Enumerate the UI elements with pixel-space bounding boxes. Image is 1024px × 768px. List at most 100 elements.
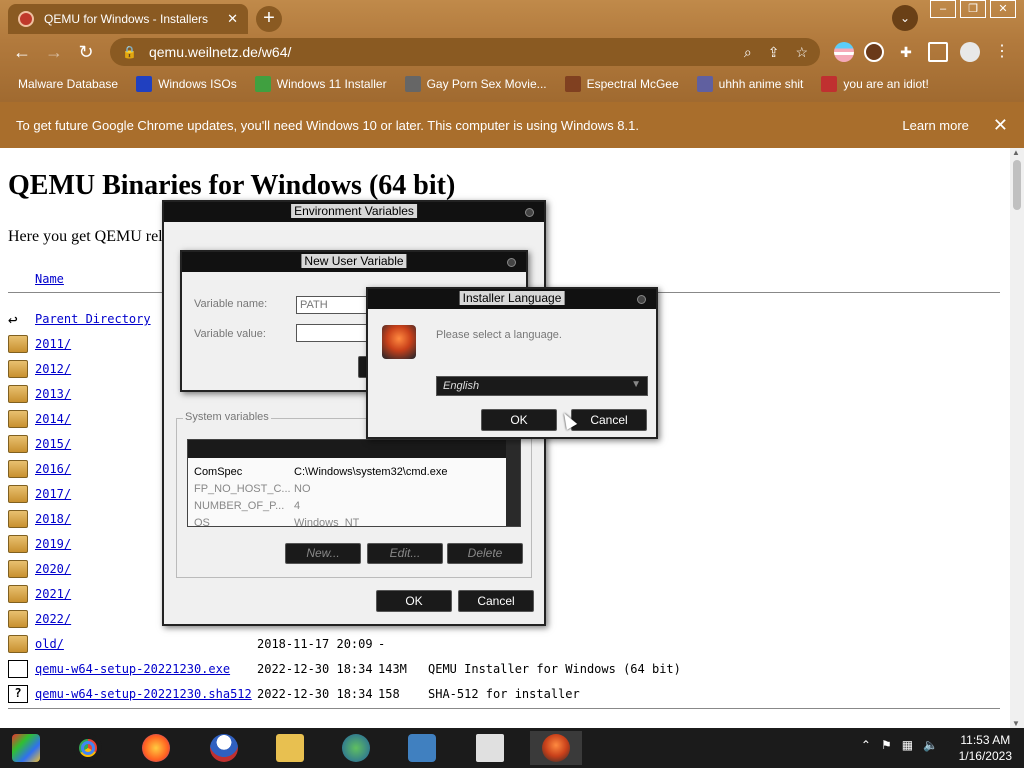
tray-expand-icon[interactable]: ⌃ [861, 738, 871, 752]
file-link[interactable]: 2012/ [35, 362, 71, 376]
cancel-button[interactable]: Cancel [571, 409, 647, 431]
file-link[interactable]: 2018/ [35, 512, 71, 526]
list-item[interactable]: OS Windows_NT [194, 517, 359, 527]
close-window-icon[interactable]: ✕ [990, 0, 1016, 18]
flag-extension-icon[interactable] [834, 42, 854, 62]
system-variables-list[interactable]: ComSpec C:\Windows\system32\cmd.exe FP_NO… [187, 439, 521, 527]
url-text[interactable]: qemu.weilnetz.de/w64/ [149, 44, 744, 60]
forward-icon[interactable]: → [42, 40, 66, 64]
tab-search-icon[interactable]: ⌄ [892, 5, 918, 31]
bookmark-item[interactable]: Gay Porn Sex Movie... [404, 76, 547, 92]
address-bar[interactable]: 🔒 qemu.weilnetz.de/w64/ ⌕ ⇪ ☆ [110, 38, 820, 66]
ok-button[interactable]: OK [481, 409, 557, 431]
list-item: 2019/U for Windows [8, 533, 522, 555]
learn-more-link[interactable]: Learn more [902, 118, 968, 133]
clock[interactable]: 11:53 AM 1/16/2023 [959, 732, 1012, 764]
file-link[interactable]: qemu-w64-setup-20221230.sha512 [35, 687, 252, 701]
bookmark-item[interactable]: uhhh anime shit [696, 76, 803, 92]
file-link[interactable]: 2019/ [35, 537, 71, 551]
file-link[interactable]: 2020/ [35, 562, 71, 576]
zoom-icon[interactable]: ⌕ [744, 44, 752, 61]
window-controls: – ❐ ✕ [930, 0, 1016, 18]
infobar-close-icon[interactable]: ✕ [993, 115, 1008, 136]
language-select[interactable]: English ▼ [436, 376, 648, 396]
profile-extension-icon[interactable] [864, 42, 884, 62]
file-link[interactable]: 2021/ [35, 587, 71, 601]
file-link[interactable]: 2017/ [35, 487, 71, 501]
account-avatar-icon[interactable] [960, 42, 980, 62]
var-name: ComSpec [194, 466, 243, 478]
dialog-title: New User Variable [301, 254, 407, 268]
file-link[interactable]: 2011/ [35, 337, 71, 351]
side-panel-icon[interactable] [928, 42, 948, 62]
list-header [188, 440, 520, 458]
scroll-up-icon[interactable]: ▲ [1012, 148, 1020, 157]
var-value: Windows_NT [294, 517, 360, 527]
extensions-puzzle-icon[interactable]: ✚ [896, 42, 916, 62]
dialog-titlebar[interactable]: New User Variable [182, 252, 526, 272]
flag-icon[interactable]: ⚑ [881, 738, 892, 752]
back-icon[interactable]: ← [10, 40, 34, 64]
chrome-taskbar-icon[interactable] [62, 731, 114, 765]
site-icon [564, 76, 581, 92]
menu-kebab-icon[interactable]: ⋮ [992, 42, 1012, 62]
file-link[interactable]: 2016/ [35, 462, 71, 476]
list-item: 2015/U for Windows [8, 433, 522, 455]
list-item[interactable]: ComSpec C:\Windows\system32\cmd.exe [194, 466, 447, 482]
tab-close-icon[interactable]: ✕ [227, 11, 238, 27]
dialog-titlebar[interactable]: Installer Language [368, 289, 656, 309]
bookmark-item[interactable]: Malware Database [18, 77, 118, 91]
file-link[interactable]: 2014/ [35, 412, 71, 426]
minimize-icon[interactable]: – [930, 0, 956, 18]
file-link[interactable]: Parent Directory [35, 312, 151, 326]
ok-button[interactable]: OK [376, 590, 452, 612]
close-icon[interactable] [637, 295, 646, 304]
start-button[interactable] [0, 731, 52, 765]
list-scrollbar[interactable] [506, 440, 520, 526]
var-name: OS [194, 517, 210, 527]
volume-icon[interactable]: 🔈 [923, 738, 938, 752]
list-item[interactable]: FP_NO_HOST_C... NO [194, 483, 311, 499]
scroll-thumb[interactable] [1013, 160, 1021, 210]
file-link[interactable]: 2015/ [35, 437, 71, 451]
app-taskbar-icon[interactable] [464, 731, 516, 765]
share-icon[interactable]: ⇪ [768, 44, 780, 61]
file-link[interactable]: qemu-w64-setup-20221230.exe [35, 662, 230, 676]
obama-taskbar-icon[interactable] [198, 731, 250, 765]
name-column-header[interactable]: Name [35, 272, 64, 286]
dialog-title: Installer Language [459, 291, 565, 305]
file-desc: QEMU Installer for Windows (64 bit) [428, 662, 681, 676]
close-icon[interactable] [507, 258, 516, 267]
edit-system-variable-button[interactable]: Edit... [367, 543, 443, 564]
reload-icon[interactable]: ↻ [74, 40, 98, 64]
variable-value-label: Variable value: [194, 328, 266, 340]
browser-tab[interactable]: QEMU for Windows - Installers ✕ [8, 4, 248, 34]
users-taskbar-icon[interactable] [396, 731, 448, 765]
file-link[interactable]: 2022/ [35, 612, 71, 626]
file-link[interactable]: old/ [35, 637, 64, 651]
cancel-button[interactable]: Cancel [458, 590, 534, 612]
bookmark-star-icon[interactable]: ☆ [795, 44, 808, 61]
new-tab-button[interactable]: + [256, 6, 282, 32]
bookmark-item[interactable]: Windows 11 Installer [254, 76, 387, 92]
scroll-down-icon[interactable]: ▼ [1012, 719, 1020, 728]
network-icon[interactable]: ▦ [902, 738, 913, 752]
bookmark-item[interactable]: Espectral McGee [564, 76, 679, 92]
bookmark-item[interactable]: you are an idiot! [821, 76, 929, 92]
file-link[interactable]: 2013/ [35, 387, 71, 401]
bookmark-item[interactable]: Windows ISOs [136, 76, 237, 92]
file-size: 143M [378, 662, 407, 676]
new-system-variable-button[interactable]: New... [285, 543, 361, 564]
dialog-title: Environment Variables [291, 204, 417, 218]
firefox-taskbar-icon[interactable] [130, 731, 182, 765]
network-globe-taskbar-icon[interactable] [330, 731, 382, 765]
lock-icon[interactable]: 🔒 [122, 45, 137, 59]
restore-icon[interactable]: ❐ [960, 0, 986, 18]
close-icon[interactable] [525, 208, 534, 217]
page-scrollbar[interactable]: ▲ ▼ [1010, 148, 1024, 728]
file-explorer-taskbar-icon[interactable] [264, 731, 316, 765]
list-item[interactable]: NUMBER_OF_P... 4 [194, 500, 300, 516]
qemu-taskbar-icon[interactable] [530, 731, 582, 765]
dialog-titlebar[interactable]: Environment Variables [164, 202, 544, 222]
delete-system-variable-button[interactable]: Delete [447, 543, 523, 564]
